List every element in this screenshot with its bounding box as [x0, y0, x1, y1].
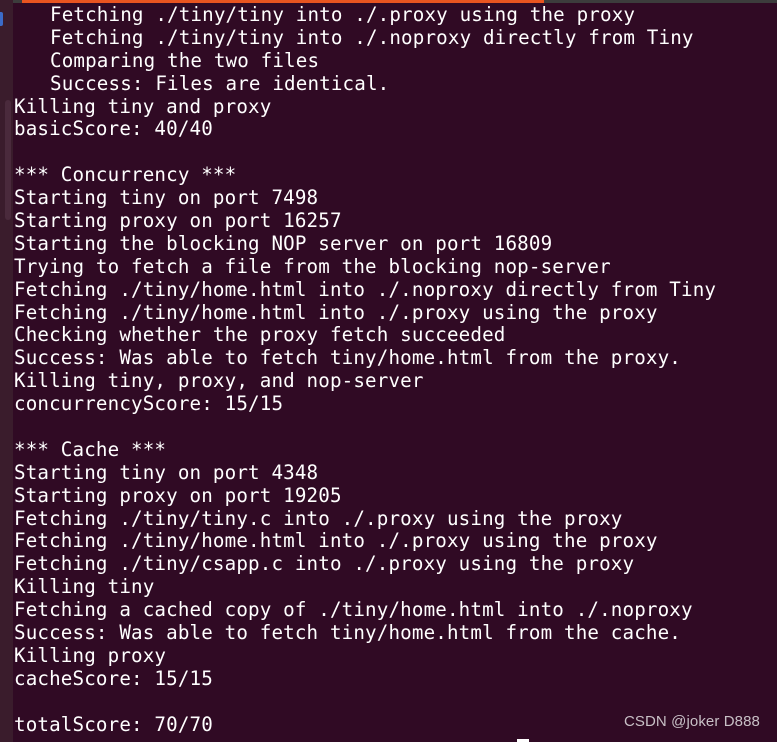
terminal-line: Fetching ./tiny/csapp.c into ./.proxy us… [14, 552, 635, 576]
terminal-line: Fetching a cached copy of ./tiny/home.ht… [14, 598, 693, 622]
terminal-line: *** Cache *** [14, 437, 167, 461]
terminal-line: *** Concurrency *** [14, 163, 237, 187]
terminal-line: Killing tiny [14, 575, 155, 599]
terminal-line: concurrencyScore: 15/15 [14, 392, 284, 416]
terminal-line: Checking whether the proxy fetch succeed… [14, 323, 506, 347]
terminal-line: Starting the blocking NOP server on port… [14, 231, 553, 255]
terminal-line: Starting proxy on port 19205 [14, 483, 342, 507]
terminal-line: Fetching ./tiny/home.html into ./.proxy … [14, 300, 658, 324]
terminal-output[interactable]: Fetching ./tiny/tiny into ./.proxy using… [14, 3, 777, 737]
terminal-line: Fetching ./tiny/tiny into ./.proxy using… [50, 3, 636, 26]
terminal-line: Starting tiny on port 4348 [14, 460, 319, 484]
terminal-line: Success: Files are identical. [50, 71, 390, 95]
terminal-line: Killing tiny, proxy, and nop-server [14, 369, 424, 393]
terminal-line: Fetching ./tiny/tiny into ./.noproxy dir… [50, 25, 694, 49]
dock-active-indicator [0, 12, 3, 26]
terminal-line: basicScore: 40/40 [14, 117, 213, 141]
terminal-line: Fetching ./tiny/tiny.c into ./.proxy usi… [14, 506, 623, 530]
terminal-line: Starting tiny on port 7498 [14, 186, 319, 210]
terminal-line: Fetching ./tiny/home.html into ./.noprox… [14, 277, 717, 301]
terminal-line: Starting proxy on port 16257 [14, 209, 342, 233]
dock-strip [0, 0, 13, 742]
terminal-line: cacheScore: 15/15 [14, 666, 213, 690]
terminal-line: Trying to fetch a file from the blocking… [14, 254, 611, 278]
terminal-line: Success: Was able to fetch tiny/home.htm… [14, 621, 682, 645]
terminal-line: Killing proxy [14, 643, 167, 667]
terminal-line: Fetching ./tiny/home.html into ./.proxy … [14, 529, 658, 553]
terminal-line: Success: Was able to fetch tiny/home.htm… [14, 346, 682, 370]
watermark: CSDN @joker D888 [623, 713, 760, 730]
terminal-line: Killing tiny and proxy [14, 94, 272, 118]
terminal-line: Comparing the two files [50, 48, 320, 72]
dock-scroll-handle[interactable] [5, 100, 11, 220]
